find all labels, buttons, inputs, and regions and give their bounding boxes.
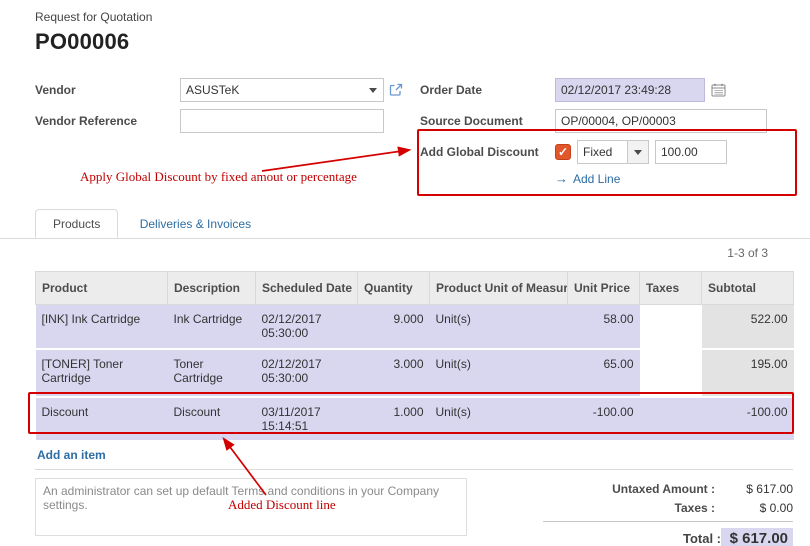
tab-bar: Products Deliveries & Invoices bbox=[0, 208, 810, 239]
untaxed-amount-row: Untaxed Amount : $ 617.00 bbox=[543, 482, 793, 496]
col-product: Product bbox=[36, 272, 168, 305]
terms-textarea[interactable] bbox=[35, 478, 467, 536]
col-scheduled-date: Scheduled Date bbox=[256, 272, 358, 305]
arrow-right-icon: → bbox=[555, 171, 568, 186]
chevron-down-icon bbox=[634, 150, 642, 155]
tab-products[interactable]: Products bbox=[35, 209, 118, 238]
cell-subtotal: 522.00 bbox=[702, 305, 794, 349]
vendor-select[interactable]: ASUSTeK bbox=[180, 78, 384, 102]
vendor-reference-input[interactable] bbox=[180, 109, 384, 133]
totals-divider bbox=[543, 521, 793, 522]
cell-product: [INK] Ink Cartridge bbox=[36, 305, 168, 349]
calendar-icon[interactable] bbox=[711, 83, 726, 97]
tab-deliveries-invoices[interactable]: Deliveries & Invoices bbox=[122, 209, 269, 238]
order-lines-table: Product Description Scheduled Date Quant… bbox=[35, 271, 794, 442]
source-document-value: OP/00004, OP/00003 bbox=[561, 114, 676, 128]
col-unit-price: Unit Price bbox=[568, 272, 640, 305]
cell-unit-price: 58.00 bbox=[568, 305, 640, 349]
global-discount-checkbox[interactable]: ✓ bbox=[555, 144, 571, 160]
rfq-form-page: Request for Quotation PO00006 Vendor ASU… bbox=[0, 0, 810, 546]
cell-subtotal: 195.00 bbox=[702, 349, 794, 397]
cell-description: Discount bbox=[168, 397, 256, 441]
add-item-row: Add an item bbox=[35, 442, 793, 470]
cell-unit-price: 65.00 bbox=[568, 349, 640, 397]
chevron-down-icon bbox=[369, 88, 377, 93]
discount-type-select[interactable]: Fixed bbox=[577, 140, 649, 164]
discount-type-value: Fixed bbox=[583, 145, 627, 159]
order-date-input[interactable]: 02/12/2017 23:49:28 bbox=[555, 78, 705, 102]
total-value: $ 617.00 bbox=[721, 528, 793, 546]
add-line-button[interactable]: → Add Line bbox=[555, 171, 620, 186]
cell-product: [TONER] Toner Cartridge bbox=[36, 349, 168, 397]
cell-uom: Unit(s) bbox=[430, 397, 568, 441]
table-row[interactable]: [INK] Ink Cartridge Ink Cartridge 02/12/… bbox=[36, 305, 794, 349]
vendor-reference-label: Vendor Reference bbox=[35, 114, 180, 128]
discount-amount-value: 100.00 bbox=[661, 145, 698, 159]
document-header: Request for Quotation PO00006 bbox=[35, 10, 152, 55]
taxes-row: Taxes : $ 0.00 bbox=[543, 501, 793, 515]
cell-description: Toner Cartridge bbox=[168, 349, 256, 397]
pager: 1-3 of 3 bbox=[0, 239, 810, 263]
source-document-label: Source Document bbox=[420, 114, 555, 128]
external-link-icon[interactable] bbox=[389, 83, 403, 97]
taxes-value: $ 0.00 bbox=[715, 501, 793, 515]
cell-product: Discount bbox=[36, 397, 168, 441]
footer-section: Untaxed Amount : $ 617.00 Taxes : $ 0.00… bbox=[35, 478, 793, 546]
cell-scheduled-date: 02/12/2017 05:30:00 bbox=[256, 305, 358, 349]
cell-taxes bbox=[640, 349, 702, 397]
annotation-arrow-global-discount bbox=[262, 150, 409, 171]
col-description: Description bbox=[168, 272, 256, 305]
cell-taxes bbox=[640, 397, 702, 441]
source-document-row: Source Document OP/00004, OP/00003 bbox=[420, 109, 798, 133]
col-taxes: Taxes bbox=[640, 272, 702, 305]
add-line-row: → Add Line bbox=[555, 171, 798, 186]
order-date-label: Order Date bbox=[420, 83, 555, 97]
cell-scheduled-date: 02/12/2017 05:30:00 bbox=[256, 349, 358, 397]
totals-block: Untaxed Amount : $ 617.00 Taxes : $ 0.00… bbox=[543, 478, 793, 546]
add-an-item-link[interactable]: Add an item bbox=[37, 448, 106, 462]
global-discount-row: Add Global Discount ✓ Fixed 100.00 bbox=[420, 140, 798, 164]
vendor-value: ASUSTeK bbox=[186, 83, 363, 97]
untaxed-amount-value: $ 617.00 bbox=[715, 482, 793, 496]
vendor-label: Vendor bbox=[35, 83, 180, 97]
cell-quantity: 9.000 bbox=[358, 305, 430, 349]
table-row[interactable]: [TONER] Toner Cartridge Toner Cartridge … bbox=[36, 349, 794, 397]
order-date-value: 02/12/2017 23:49:28 bbox=[561, 83, 671, 97]
cell-description: Ink Cartridge bbox=[168, 305, 256, 349]
cell-scheduled-date: 03/11/2017 15:14:51 bbox=[256, 397, 358, 441]
cell-subtotal: -100.00 bbox=[702, 397, 794, 441]
source-document-input[interactable]: OP/00004, OP/00003 bbox=[555, 109, 767, 133]
form-right-column: Order Date 02/12/2017 23:49:28 Source Do… bbox=[420, 78, 798, 186]
order-date-row: Order Date 02/12/2017 23:49:28 bbox=[420, 78, 798, 102]
table-header-row: Product Description Scheduled Date Quant… bbox=[36, 272, 794, 305]
notebook-section: Products Deliveries & Invoices 1-3 of 3 … bbox=[0, 208, 810, 546]
page-title: PO00006 bbox=[35, 29, 152, 55]
discount-amount-input[interactable]: 100.00 bbox=[655, 140, 727, 164]
cell-taxes bbox=[640, 305, 702, 349]
cell-uom: Unit(s) bbox=[430, 305, 568, 349]
cell-quantity: 1.000 bbox=[358, 397, 430, 441]
total-label: Total : bbox=[683, 531, 721, 546]
cell-uom: Unit(s) bbox=[430, 349, 568, 397]
col-quantity: Quantity bbox=[358, 272, 430, 305]
col-uom: Product Unit of Measure bbox=[430, 272, 568, 305]
total-row: Total : $ 617.00 bbox=[543, 528, 793, 546]
vendor-row: Vendor ASUSTeK bbox=[35, 78, 407, 102]
cell-unit-price: -100.00 bbox=[568, 397, 640, 441]
taxes-label: Taxes : bbox=[675, 501, 715, 515]
global-discount-label: Add Global Discount bbox=[420, 145, 555, 159]
check-icon: ✓ bbox=[558, 145, 568, 159]
document-type-label: Request for Quotation bbox=[35, 10, 152, 24]
untaxed-amount-label: Untaxed Amount : bbox=[612, 482, 715, 496]
col-subtotal: Subtotal bbox=[702, 272, 794, 305]
vendor-reference-row: Vendor Reference bbox=[35, 109, 407, 133]
select-button bbox=[627, 141, 648, 163]
add-line-label: Add Line bbox=[573, 172, 620, 186]
table-row-discount[interactable]: Discount Discount 03/11/2017 15:14:51 1.… bbox=[36, 397, 794, 441]
form-left-column: Vendor ASUSTeK Vendor Reference bbox=[35, 78, 407, 140]
cell-quantity: 3.000 bbox=[358, 349, 430, 397]
annotation-global-discount-note: Apply Global Discount by fixed amout or … bbox=[80, 169, 357, 185]
